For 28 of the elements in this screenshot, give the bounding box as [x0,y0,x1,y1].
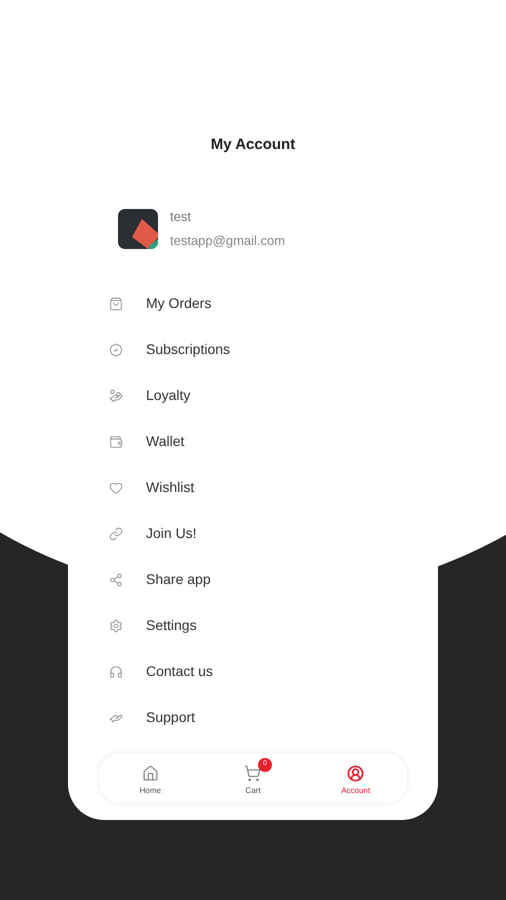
menu-item[interactable]: Join Us! [68,510,438,556]
share-icon [109,572,123,586]
heart-icon [109,480,123,494]
profile-name: test [170,208,192,226]
menu-item[interactable]: Loyalty [68,372,438,418]
nav-tab[interactable]: Account [320,758,391,798]
hand-coin-icon [109,388,123,402]
profile-email: testapp@gmail.com [170,232,286,250]
menu-item[interactable]: Settings [68,602,438,648]
menu-item[interactable]: Contact us [68,648,438,694]
badge-icon [109,342,123,356]
menu-item[interactable]: Share app [68,556,438,602]
settings-icon [109,618,123,632]
menu-item[interactable]: Support [68,694,438,740]
headset-icon [109,664,123,678]
menu-item[interactable]: Wishlist [68,464,438,510]
user-icon [347,764,364,782]
cart-icon [244,764,262,782]
menu-item[interactable]: My Orders [68,280,438,326]
avatar-logo [118,208,158,248]
menu-item[interactable]: Wallet [68,418,438,464]
wallet-icon [109,434,123,448]
nav-tab[interactable]: Home [115,758,186,798]
bag-icon [109,296,123,310]
home-icon [142,764,159,782]
menu-item[interactable]: Subscriptions [68,326,438,372]
page-title: My Account [210,135,296,155]
link-icon [109,526,123,540]
